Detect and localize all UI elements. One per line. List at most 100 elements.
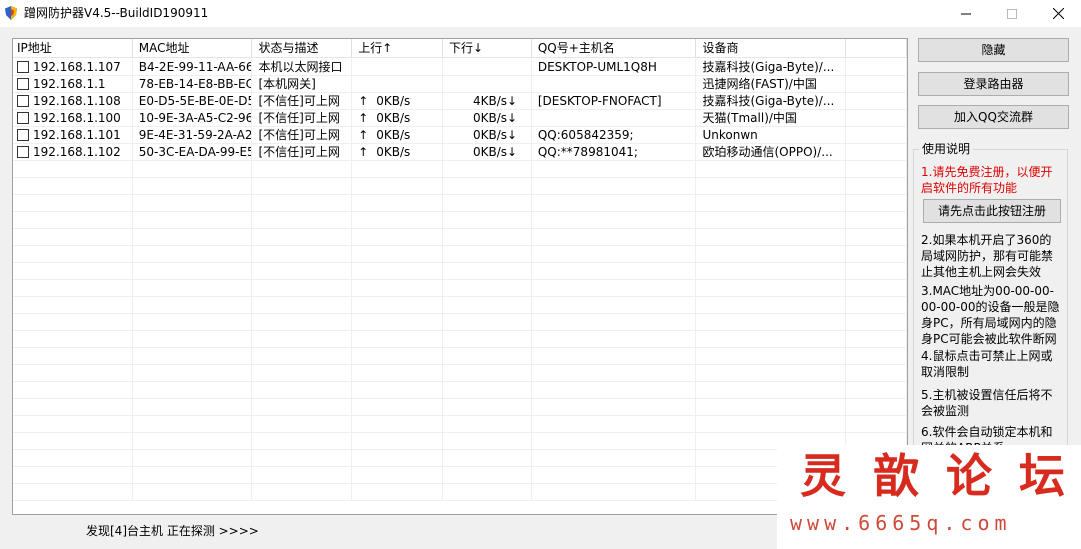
list-header: IP地址 MAC地址 状态与描述 上行↑ 下行↓ QQ号+主机名 设备商 (13, 39, 907, 58)
empty-row (13, 161, 907, 178)
status-cell: [本机网关] (252, 76, 353, 92)
watermark-title: 灵 歆 论 坛 (800, 448, 1065, 504)
join-qq-group-button[interactable]: 加入QQ交流群 (918, 105, 1069, 129)
empty-row (13, 297, 907, 314)
instruction-tip-3: 3.MAC地址为00-00-00-00-00-00的设备一般是隐身PC，所有局域… (921, 284, 1060, 346)
ip-cell: 192.168.1.1 (33, 77, 106, 91)
upload-cell: 0KB/s (376, 128, 411, 142)
column-header-extra[interactable] (846, 39, 907, 58)
watermark-char: 坛 (1019, 449, 1065, 503)
mac-cell: 50-3C-EA-DA-99-E5 (133, 144, 253, 160)
empty-row (13, 229, 907, 246)
column-header-mac[interactable]: MAC地址 (133, 39, 253, 58)
instruction-tip-5: 5.主机被设置信任后将不会被监测 (921, 388, 1053, 418)
empty-row (13, 450, 907, 467)
empty-row (13, 382, 907, 399)
host-cell (532, 76, 697, 92)
table-row[interactable]: 192.168.1.107 B4-2E-99-11-AA-66 本机以太网接口 … (13, 59, 907, 76)
table-row[interactable]: 192.168.1.102 50-3C-EA-DA-99-E5 [不信任]可上网… (13, 144, 907, 161)
host-cell: QQ:605842359; (532, 127, 697, 143)
upload-cell: 0KB/s (376, 94, 411, 108)
table-row[interactable]: 192.168.1.101 9E-4E-31-59-2A-A2 [不信任]可上网… (13, 127, 907, 144)
upload-cell: 0KB/s (376, 145, 411, 159)
row-checkbox[interactable] (17, 146, 29, 158)
watermark-char: 灵 (800, 449, 846, 503)
empty-row (13, 246, 907, 263)
table-row[interactable]: 192.168.1.100 10-9E-3A-A5-C2-96 [不信任]可上网… (13, 110, 907, 127)
window-title: 蹭网防护器V4.5--BuildID190911 (24, 6, 209, 20)
vendor-cell: 迅捷网络(FAST)/中国 (696, 76, 847, 92)
close-button[interactable] (1035, 0, 1081, 27)
minimize-button[interactable] (943, 0, 989, 27)
download-cell: 4KB/s↓ (472, 94, 518, 108)
upload-arrow: ↑ (358, 145, 369, 159)
mac-cell: 10-9E-3A-A5-C2-96 (133, 110, 253, 126)
host-cell: QQ:**78981041; (532, 144, 697, 160)
instructions-title: 使用说明 (919, 142, 974, 156)
empty-row (13, 314, 907, 331)
download-cell: 0KB/s↓ (472, 128, 518, 142)
watermark-url: www.6665q.com (790, 511, 1012, 535)
empty-row (13, 467, 907, 484)
status-cell: 本机以太网接口 (252, 59, 353, 75)
status-cell: [不信任]可上网 (252, 127, 353, 143)
ip-cell: 192.168.1.108 (33, 94, 121, 108)
instruction-tip-1: 1.请先免费注册，以便开启软件的所有功能 (921, 165, 1053, 195)
download-cell: 0KB/s↓ (472, 111, 518, 125)
close-icon (1052, 8, 1064, 19)
title-bar: 蹭网防护器V4.5--BuildID190911 (0, 0, 1081, 27)
empty-row (13, 263, 907, 280)
mac-cell: 9E-4E-31-59-2A-A2 (133, 127, 253, 143)
vendor-cell: 欧珀移动通信(OPPO)/... (696, 144, 847, 160)
empty-row (13, 484, 907, 501)
column-header-host[interactable]: QQ号+主机名 (532, 39, 697, 58)
row-checkbox[interactable] (17, 78, 29, 90)
instruction-tip-4: 4.鼠标点击可禁止上网或取消限制 (921, 349, 1053, 379)
status-cell: [不信任]可上网 (252, 144, 353, 160)
register-button[interactable]: 请先点击此按钮注册 (923, 199, 1061, 223)
mac-cell: E0-D5-5E-BE-0E-D5 (133, 93, 253, 109)
empty-row (13, 280, 907, 297)
watermark-char: 歆 (873, 449, 919, 503)
empty-row (13, 178, 907, 195)
column-header-status[interactable]: 状态与描述 (252, 39, 353, 58)
status-cell: [不信任]可上网 (252, 110, 353, 126)
empty-row (13, 399, 907, 416)
upload-arrow: ↑ (358, 94, 369, 108)
table-row[interactable]: 192.168.1.1 78-EB-14-E8-BB-EC [本机网关] 迅捷网… (13, 76, 907, 93)
status-cell: [不信任]可上网 (252, 93, 353, 109)
empty-row (13, 348, 907, 365)
list-rows: 192.168.1.107 B4-2E-99-11-AA-66 本机以太网接口 … (13, 59, 907, 501)
upload-arrow: ↑ (358, 111, 369, 125)
upload-arrow: ↑ (358, 128, 369, 142)
vendor-cell: 天猫(Tmall)/中国 (696, 110, 847, 126)
row-checkbox[interactable] (17, 112, 29, 124)
column-header-upload[interactable]: 上行↑ (352, 39, 444, 58)
vendor-cell: Unkonwn (696, 127, 847, 143)
watermark-char: 论 (946, 449, 992, 503)
instruction-tip-2: 2.如果本机开启了360的局域网防护，那有可能禁止其他主机上网会失效 (921, 233, 1054, 279)
row-checkbox[interactable] (17, 129, 29, 141)
empty-row (13, 416, 907, 433)
hide-button[interactable]: 隐藏 (918, 38, 1069, 62)
vendor-cell: 技嘉科技(Giga-Byte)/... (696, 59, 847, 75)
host-cell (532, 110, 697, 126)
column-header-ip[interactable]: IP地址 (13, 39, 133, 58)
empty-row (13, 212, 907, 229)
login-router-button[interactable]: 登录路由器 (918, 72, 1069, 96)
host-cell: DESKTOP-UML1Q8H (532, 59, 697, 75)
column-header-vendor[interactable]: 设备商 (696, 39, 847, 58)
host-cell: [DESKTOP-FNOFACT] (532, 93, 697, 109)
vendor-cell: 技嘉科技(Giga-Byte)/... (696, 93, 847, 109)
table-row[interactable]: 192.168.1.108 E0-D5-5E-BE-0E-D5 [不信任]可上网… (13, 93, 907, 110)
column-header-download[interactable]: 下行↓ (443, 39, 532, 58)
ip-cell: 192.168.1.101 (33, 128, 121, 142)
row-checkbox[interactable] (17, 61, 29, 73)
maximize-button[interactable] (989, 0, 1035, 27)
ip-cell: 192.168.1.107 (33, 60, 121, 74)
row-checkbox[interactable] (17, 95, 29, 107)
maximize-icon (1007, 8, 1017, 19)
status-text: 发现[4]台主机 正在探测 >>>> (86, 524, 259, 538)
host-list-view[interactable]: IP地址 MAC地址 状态与描述 上行↑ 下行↓ QQ号+主机名 设备商 192… (12, 38, 908, 515)
minimize-icon (961, 13, 971, 14)
